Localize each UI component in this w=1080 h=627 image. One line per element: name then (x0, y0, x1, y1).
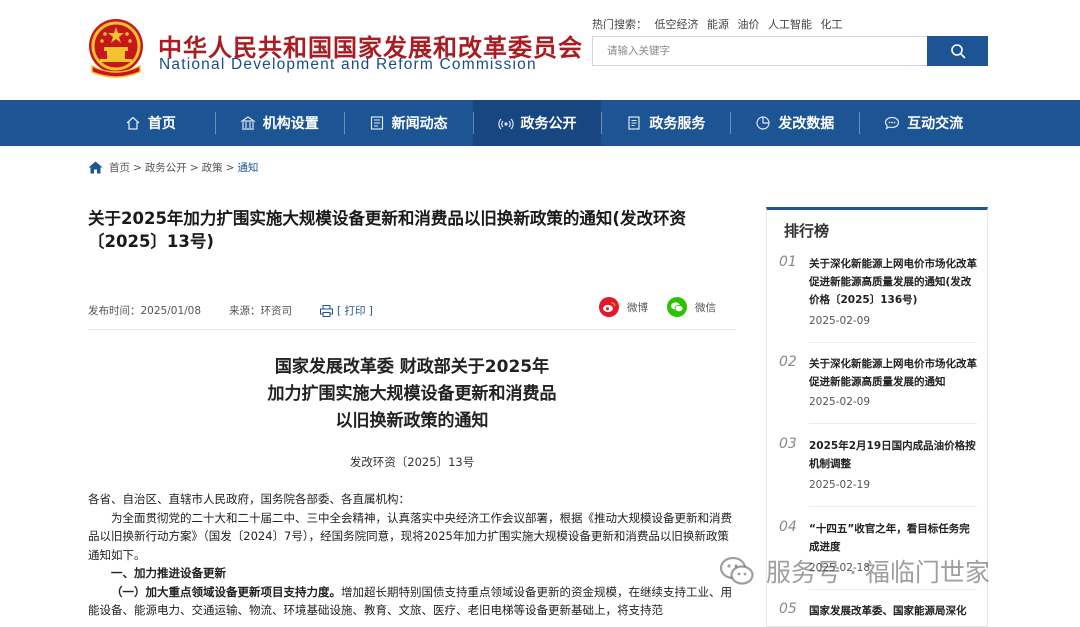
nav-item-home[interactable]: 首页 (86, 100, 215, 146)
rank-number: 03 (779, 436, 797, 452)
rank-number: 01 (779, 254, 797, 270)
nav-item-government-affairs[interactable]: 政务公开 (472, 100, 602, 146)
news-icon (370, 116, 383, 130)
rank-link[interactable]: 关于深化新能源上网电价市场化改革 促进新能源高质量发展的通知(发改价格〔2025… (809, 255, 977, 309)
document-title-line: 国家发展改革委 财政部关于2025年 (274, 357, 550, 377)
source-label: 来源： (229, 305, 261, 317)
rank-link[interactable]: 国家发展改革委、国家能源局深化 (809, 602, 977, 620)
breadcrumb-item-current[interactable]: 通知 (237, 160, 258, 175)
breadcrumb-separator: > (225, 161, 235, 174)
search-input[interactable] (593, 37, 942, 65)
nav-item-label: 首页 (147, 116, 176, 132)
source-value: 环资司 (260, 305, 293, 317)
chat-icon (884, 116, 900, 130)
document-title-line: 加力扩围实施大规模设备更新和消费品 (267, 384, 557, 404)
rank-link[interactable]: “十四五”收官之年，看目标任务完成进度 (809, 520, 977, 556)
search-box (592, 36, 988, 66)
section-heading: 一、加力推进设备更新 (111, 566, 226, 580)
weibo-icon (599, 297, 619, 317)
main-nav: 首页 机构设置 新闻动态 政务公开 政务服务 发改数据 互动交流 (0, 100, 1080, 146)
search-button[interactable] (927, 36, 988, 66)
publish-label: 发布时间： (88, 305, 141, 317)
divider (809, 423, 977, 424)
home-icon (126, 116, 140, 130)
share-wechat-button[interactable]: 微信 (667, 297, 716, 317)
share-weibo-label: 微博 (627, 301, 648, 314)
print-button[interactable]: [ 打印 ] (337, 303, 373, 318)
hot-search-item[interactable]: 低空经济 (655, 18, 699, 31)
nav-item-data[interactable]: 发改数据 (730, 100, 859, 146)
printer-icon[interactable] (320, 304, 334, 317)
rank-number: 02 (779, 354, 797, 370)
home-icon[interactable] (88, 161, 103, 174)
rank-date: 2025-02-19 (809, 479, 871, 491)
divider (88, 329, 736, 330)
document-icon (628, 116, 640, 130)
share-weibo-button[interactable]: 微博 (599, 297, 648, 317)
nav-item-organization[interactable]: 机构设置 (214, 100, 344, 146)
hot-search-label: 热门搜索： (592, 18, 647, 31)
breadcrumb-item[interactable]: 首页 (109, 160, 130, 175)
hot-search: 热门搜索： 低空经济 能源 油价 人工智能 化工 (592, 16, 848, 32)
divider (809, 342, 977, 343)
sidebar-title: 排行榜 (784, 222, 830, 240)
breadcrumb-item[interactable]: 政务公开 (145, 160, 187, 175)
wechat-icon (667, 297, 687, 317)
rank-number: 05 (779, 601, 797, 617)
hot-search-item[interactable]: 油价 (738, 18, 760, 31)
rank-date: 2025-02-18 (809, 562, 871, 574)
rank-date: 2025-02-09 (809, 315, 871, 327)
document-title: 国家发展改革委 财政部关于2025年 加力扩围实施大规模设备更新和消费品 以旧换… (88, 354, 736, 435)
nav-item-label: 政务服务 (649, 116, 706, 132)
subsection-heading: （一）加大重点领域设备更新项目支持力度。 (111, 584, 341, 599)
publish-date: 2025/01/08 (140, 304, 202, 317)
share-wechat-label: 微信 (695, 301, 716, 314)
site-title-english[interactable]: National Development and Reform Commissi… (159, 56, 537, 74)
breadcrumb-separator: > (133, 161, 142, 174)
breadcrumb: 首页 > 政务公开 > 政策 > 通知 (88, 160, 258, 175)
rank-number: 04 (779, 519, 797, 535)
divider (809, 589, 977, 590)
building-icon (239, 116, 256, 130)
nav-item-news[interactable]: 新闻动态 (343, 100, 473, 146)
breadcrumb-item[interactable]: 政策 (202, 160, 223, 175)
hot-search-item[interactable]: 人工智能 (768, 18, 812, 31)
body-paragraph: （一）加大重点领域设备更新项目支持力度。增加超长期特别国债支持重点领域设备更新的… (88, 583, 736, 620)
article-title: 关于2025年加力扩围实施大规模设备更新和消费品以旧换新政策的通知(发改环资〔2… (88, 209, 686, 251)
document-number: 发改环资〔2025〕13号 (349, 455, 475, 469)
site-header: 中华人民共和国国家发展和改革委员会 National Development a… (0, 0, 1080, 100)
rank-date: 2025-02-09 (809, 396, 871, 408)
article-meta: 发布时间： 2025/01/08 来源： 环资司 [ 打印 ] (88, 303, 373, 318)
divider (809, 506, 977, 507)
search-icon (950, 44, 965, 59)
intro-paragraph: 为全面贯彻党的二十大和二十届二中、三中全会精神，认真落实中央经济工作会议部署，根… (88, 510, 732, 562)
nav-item-label: 机构设置 (262, 116, 319, 132)
national-emblem-icon[interactable] (86, 18, 146, 80)
ranking-sidebar: 排行榜 01 关于深化新能源上网电价市场化改革 促进新能源高质量发展的通知(发改… (766, 207, 988, 627)
rank-link[interactable]: 2025年2月19日国内成品油价格按机制调整 (809, 437, 977, 473)
broadcast-icon (497, 118, 514, 130)
document-title-line: 以旧换新政策的通知 (335, 411, 489, 431)
article-body: 各省、自治区、直辖市人民政府，国务院各部委、各直属机构： 为全面贯彻党的二十大和… (88, 490, 736, 620)
pie-chart-icon (756, 116, 770, 130)
hot-search-item[interactable]: 化工 (821, 18, 843, 31)
nav-item-label: 政务公开 (520, 116, 577, 132)
hot-search-item[interactable]: 能源 (707, 18, 729, 31)
salutation: 各省、自治区、直辖市人民政府，国务院各部委、各直属机构： (88, 492, 410, 506)
nav-item-label: 互动交流 (907, 116, 964, 132)
nav-item-interaction[interactable]: 互动交流 (859, 100, 988, 146)
breadcrumb-separator: > (189, 161, 199, 174)
nav-item-label: 新闻动态 (391, 116, 448, 132)
rank-link[interactable]: 关于深化新能源上网电价市场化改革 促进新能源高质量发展的通知 (809, 355, 977, 391)
nav-item-services[interactable]: 政务服务 (601, 100, 730, 146)
nav-item-label: 发改数据 (778, 116, 835, 132)
